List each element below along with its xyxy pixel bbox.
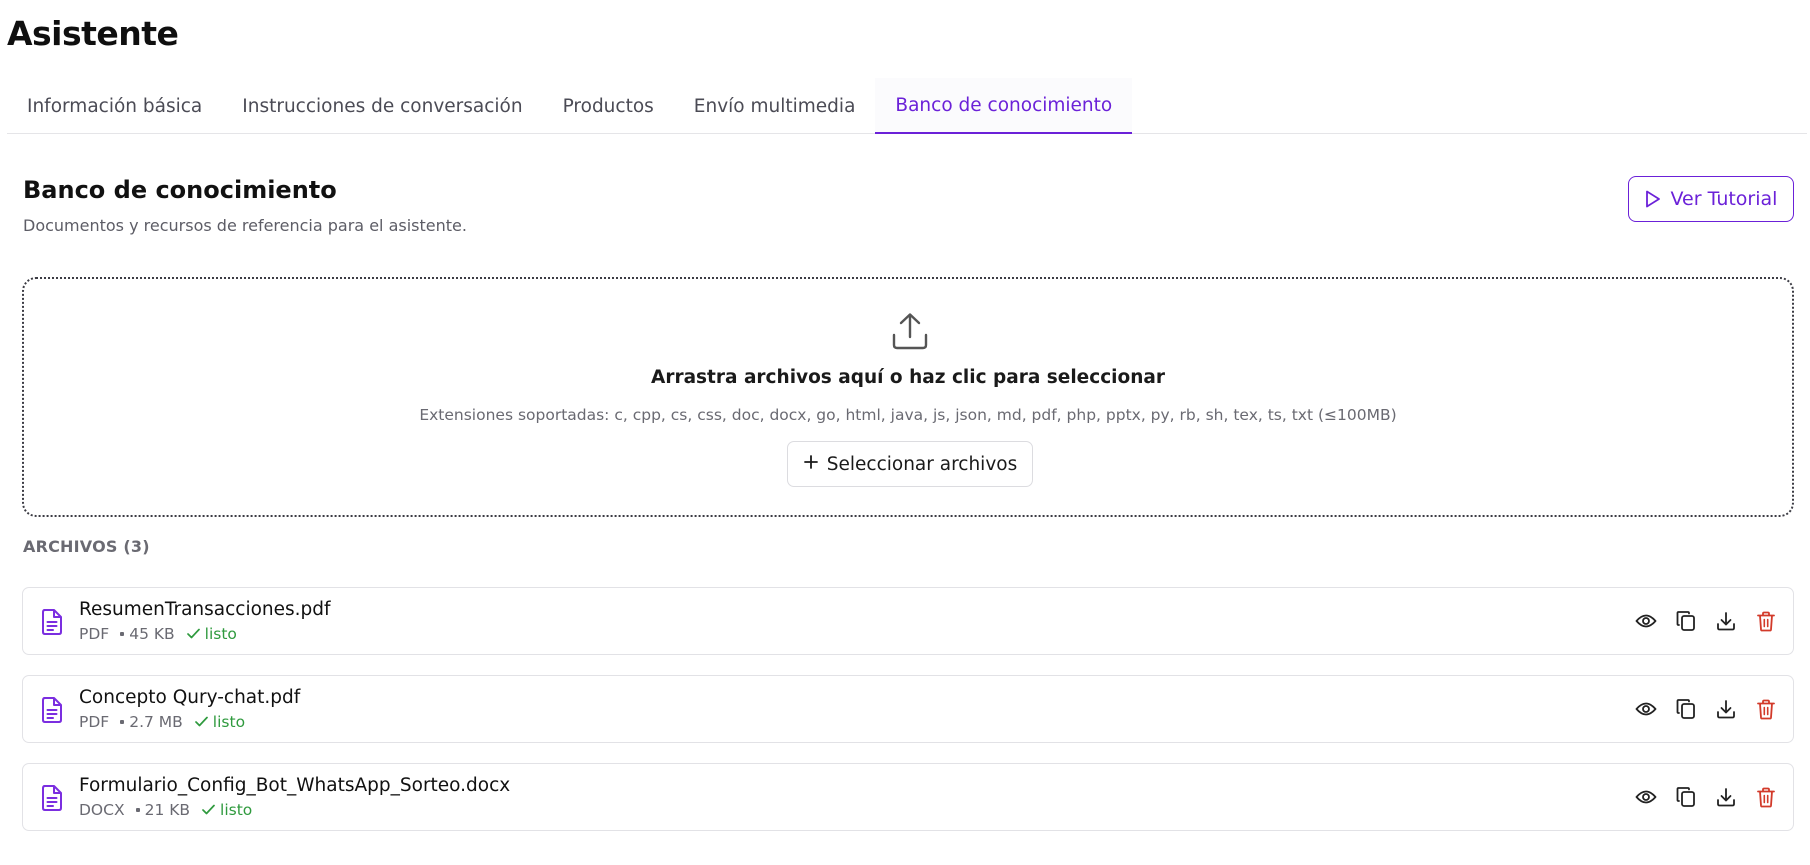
file-size: 2.7 MB bbox=[129, 713, 183, 731]
meta-separator bbox=[120, 720, 125, 724]
eye-icon[interactable] bbox=[1635, 784, 1657, 810]
file-status: listo bbox=[202, 801, 252, 819]
upload-icon bbox=[890, 311, 930, 351]
check-icon bbox=[202, 801, 215, 819]
section-subtitle: Documentos y recursos de referencia para… bbox=[23, 216, 467, 235]
file-type: DOCX bbox=[79, 801, 125, 819]
plus-icon bbox=[803, 454, 819, 475]
file-row: ResumenTransacciones.pdf PDF 45 KB listo bbox=[22, 587, 1794, 655]
file-actions bbox=[1635, 696, 1777, 722]
section-title: Banco de conocimiento bbox=[23, 176, 337, 204]
file-document-icon bbox=[39, 696, 65, 724]
file-name: Formulario_Config_Bot_WhatsApp_Sorteo.do… bbox=[79, 775, 511, 796]
file-name: Concepto Qury-chat.pdf bbox=[79, 687, 301, 708]
eye-icon[interactable] bbox=[1635, 696, 1657, 722]
file-dropzone[interactable]: Arrastra archivos aquí o haz clic para s… bbox=[22, 277, 1794, 517]
supported-extensions: Extensiones soportadas: c, cpp, cs, css,… bbox=[419, 406, 1397, 424]
trash-icon[interactable] bbox=[1755, 608, 1777, 634]
tab-instrucciones-conversacion[interactable]: Instrucciones de conversación bbox=[222, 78, 542, 134]
assistant-page: Asistente Información básica Instruccion… bbox=[0, 0, 1810, 865]
file-meta: PDF 45 KB listo bbox=[79, 625, 237, 643]
select-files-label: Seleccionar archivos bbox=[826, 453, 1018, 475]
copy-icon[interactable] bbox=[1675, 696, 1697, 722]
file-document-icon bbox=[39, 784, 65, 812]
tab-envio-multimedia[interactable]: Envío multimedia bbox=[674, 78, 876, 134]
download-icon[interactable] bbox=[1715, 608, 1737, 634]
tab-productos[interactable]: Productos bbox=[543, 78, 674, 134]
meta-separator bbox=[135, 808, 140, 812]
file-type: PDF bbox=[79, 625, 110, 643]
tab-banco-conocimiento[interactable]: Banco de conocimiento bbox=[875, 78, 1133, 134]
file-status-label: listo bbox=[220, 801, 253, 819]
file-name: ResumenTransacciones.pdf bbox=[79, 599, 331, 620]
file-type: PDF bbox=[79, 713, 110, 731]
file-size: 45 KB bbox=[129, 625, 175, 643]
file-size: 21 KB bbox=[144, 801, 191, 819]
file-list: ResumenTransacciones.pdf PDF 45 KB listo bbox=[22, 587, 1794, 851]
file-status: listo bbox=[186, 625, 237, 643]
copy-icon[interactable] bbox=[1675, 608, 1697, 634]
file-document-icon bbox=[39, 608, 65, 636]
eye-icon[interactable] bbox=[1635, 608, 1657, 634]
check-icon bbox=[186, 625, 200, 643]
select-files-button[interactable]: Seleccionar archivos bbox=[787, 441, 1033, 487]
file-row: Formulario_Config_Bot_WhatsApp_Sorteo.do… bbox=[22, 763, 1794, 831]
file-meta: DOCX 21 KB listo bbox=[79, 801, 252, 819]
page-title: Asistente bbox=[7, 14, 179, 53]
tab-informacion-basica[interactable]: Información básica bbox=[7, 78, 222, 134]
tab-bar: Información básica Instrucciones de conv… bbox=[7, 78, 1807, 134]
ver-tutorial-button[interactable]: Ver Tutorial bbox=[1628, 176, 1794, 222]
files-header: ARCHIVOS (3) bbox=[23, 537, 150, 556]
download-icon[interactable] bbox=[1715, 784, 1737, 810]
trash-icon[interactable] bbox=[1755, 696, 1777, 722]
file-status: listo bbox=[194, 713, 246, 731]
dropzone-title: Arrastra archivos aquí o haz clic para s… bbox=[651, 367, 1165, 388]
file-actions bbox=[1635, 784, 1777, 810]
file-status-label: listo bbox=[204, 625, 237, 643]
trash-icon[interactable] bbox=[1755, 784, 1777, 810]
play-icon bbox=[1645, 190, 1661, 208]
meta-separator bbox=[120, 632, 125, 636]
check-icon bbox=[194, 713, 208, 731]
file-actions bbox=[1635, 608, 1777, 634]
file-row: Concepto Qury-chat.pdf PDF 2.7 MB listo bbox=[22, 675, 1794, 743]
file-meta: PDF 2.7 MB listo bbox=[79, 713, 245, 731]
file-status-label: listo bbox=[212, 713, 246, 731]
copy-icon[interactable] bbox=[1675, 784, 1697, 810]
download-icon[interactable] bbox=[1715, 696, 1737, 722]
ver-tutorial-label: Ver Tutorial bbox=[1670, 188, 1778, 210]
